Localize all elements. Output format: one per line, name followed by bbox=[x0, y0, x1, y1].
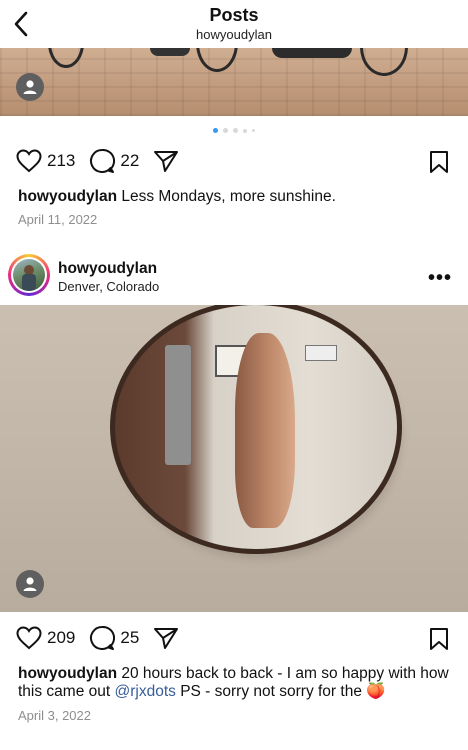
post2-image[interactable] bbox=[0, 305, 468, 612]
carousel-indicator bbox=[0, 128, 468, 136]
peach-emoji: 🍑 bbox=[366, 683, 386, 700]
post1-comment-button[interactable]: 22 bbox=[89, 148, 139, 174]
post1-image[interactable] bbox=[0, 48, 468, 116]
carousel-dot bbox=[243, 129, 247, 133]
post1-date: April 11, 2022 bbox=[18, 212, 98, 227]
top-bar: Posts howyoudylan bbox=[0, 0, 468, 48]
share-icon bbox=[154, 151, 179, 172]
post2-like-count: 209 bbox=[47, 628, 76, 647]
user-tag-icon bbox=[23, 577, 37, 591]
post1-like-count: 213 bbox=[47, 151, 76, 170]
user-tag-button[interactable] bbox=[16, 73, 44, 101]
post1-caption: howyoudylan Less Mondays, more sunshine. bbox=[18, 188, 450, 206]
post2-bookmark-icon[interactable] bbox=[428, 627, 450, 651]
post1-bookmark-icon[interactable] bbox=[428, 150, 450, 174]
comment-icon bbox=[90, 148, 116, 173]
more-icon[interactable]: ••• bbox=[428, 267, 452, 290]
heart-icon bbox=[16, 626, 42, 650]
post2-username[interactable]: howyoudylan bbox=[58, 260, 157, 278]
post1-like-button[interactable]: 213 bbox=[16, 149, 75, 173]
caption-text: Less Mondays, more sunshine. bbox=[117, 188, 336, 205]
comment-icon bbox=[90, 625, 116, 650]
page-title: Posts bbox=[209, 5, 259, 25]
mirror bbox=[110, 305, 402, 554]
user-tag-icon bbox=[23, 80, 37, 94]
post2-comment-count: 25 bbox=[120, 628, 140, 647]
heart-icon bbox=[16, 149, 42, 173]
carousel-dot bbox=[223, 128, 228, 133]
post2-comment-button[interactable]: 25 bbox=[89, 625, 139, 651]
post2-like-button[interactable]: 209 bbox=[16, 626, 75, 650]
post2-date: April 3, 2022 bbox=[18, 708, 91, 723]
post1-action-bar: 213 22 bbox=[16, 147, 193, 175]
avatar[interactable] bbox=[8, 254, 50, 296]
post2-share-button[interactable] bbox=[153, 626, 179, 650]
post2-location[interactable]: Denver, Colorado bbox=[58, 279, 159, 294]
carousel-dot bbox=[252, 129, 255, 132]
carousel-dot bbox=[233, 128, 238, 133]
caption-text: PS - sorry not sorry for the bbox=[175, 683, 367, 700]
post2-caption: howyoudylan 20 hours back to back - I am… bbox=[18, 665, 450, 701]
user-tag-button[interactable] bbox=[16, 570, 44, 598]
post2-header: howyoudylan Denver, Colorado ••• bbox=[0, 252, 468, 302]
post1-share-button[interactable] bbox=[153, 149, 179, 173]
post1-comment-count: 22 bbox=[120, 151, 140, 170]
page-subtitle: howyoudylan bbox=[196, 27, 272, 42]
caption-username[interactable]: howyoudylan bbox=[18, 188, 117, 205]
share-icon bbox=[154, 628, 179, 649]
carousel-dot bbox=[213, 128, 218, 133]
mention-link[interactable]: @rjxdots bbox=[115, 683, 176, 700]
caption-username[interactable]: howyoudylan bbox=[18, 665, 117, 682]
post2-action-bar: 209 25 bbox=[16, 624, 193, 652]
